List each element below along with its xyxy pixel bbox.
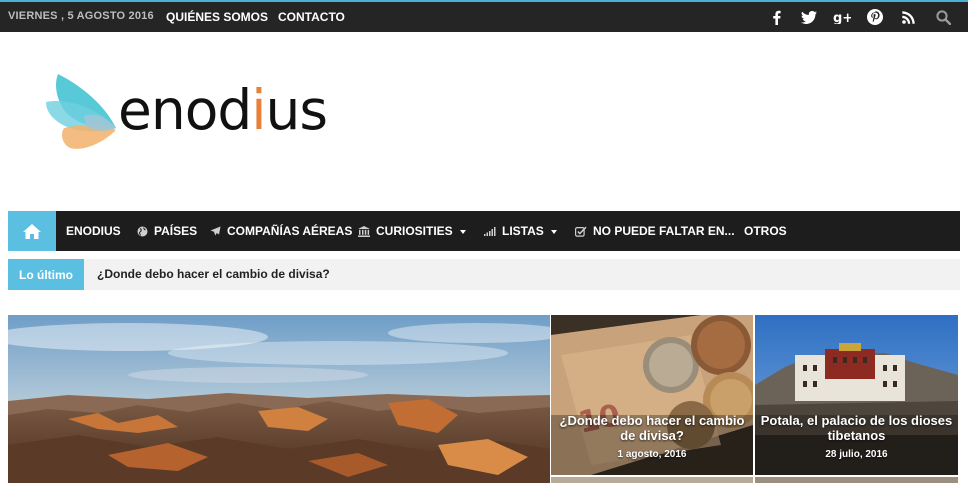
- google-plus-icon[interactable]: g+: [831, 7, 853, 27]
- quienes-somos-link[interactable]: QUIÉNES SOMOS: [166, 10, 268, 24]
- contacto-link[interactable]: CONTACTO: [278, 10, 345, 24]
- ticker-headline-link[interactable]: ¿Donde debo hacer el cambio de divisa?: [97, 267, 330, 281]
- main-navigation: ENODIUS PAÍSES COMPAÑÍAS AÉREAS CURIOSIT…: [8, 211, 960, 251]
- twitter-icon[interactable]: [798, 7, 820, 27]
- featured-post-currency[interactable]: 10 ¿Donde debo hacer el cambio de divisa…: [551, 315, 753, 475]
- feature-caption: Potala, el palacio de los dioses tibetan…: [755, 413, 958, 460]
- signal-icon: [484, 225, 496, 237]
- nav-item-curiosities[interactable]: CURIOSITIES: [358, 224, 466, 238]
- post-date: 1 agosto, 2016: [617, 449, 687, 460]
- top-bar: VIERNES , 5 AGOSTO 2016 QUIÉNES SOMOS CO…: [0, 0, 968, 32]
- home-button[interactable]: [8, 211, 56, 251]
- plane-icon: [209, 225, 221, 237]
- pinterest-icon[interactable]: [864, 7, 886, 27]
- facebook-icon[interactable]: [765, 7, 787, 27]
- rss-icon[interactable]: [897, 7, 919, 27]
- feature-caption: ¿Donde debo hacer el cambio de divisa? 1…: [551, 413, 753, 460]
- chevron-down-icon: [550, 229, 557, 234]
- featured-post-potala[interactable]: Potala, el palacio de los dioses tibetan…: [755, 315, 958, 475]
- search-icon[interactable]: [932, 7, 954, 27]
- site-logo[interactable]: enodius: [44, 72, 384, 162]
- nav-item-companias-aereas[interactable]: COMPAÑÍAS AÉREAS: [209, 224, 352, 238]
- logo-wordmark: enodius: [118, 78, 328, 142]
- post-title[interactable]: Potala, el palacio de los dioses tibetan…: [755, 413, 958, 443]
- featured-post-next[interactable]: [755, 477, 958, 483]
- nav-item-listas[interactable]: LISTAS: [484, 224, 557, 238]
- butterfly-logo-icon: [46, 74, 116, 149]
- grand-canyon-image: [8, 315, 550, 483]
- nav-item-no-puede-faltar-en[interactable]: NO PUEDE FALTAR EN...: [575, 224, 735, 238]
- post-title[interactable]: ¿Donde debo hacer el cambio de divisa?: [551, 413, 753, 443]
- nav-item-paises[interactable]: PAÍSES: [136, 224, 197, 238]
- current-date: VIERNES , 5 AGOSTO 2016: [8, 10, 154, 22]
- chevron-down-icon: [459, 229, 466, 234]
- featured-post-next[interactable]: [551, 477, 753, 483]
- globe-icon: [136, 225, 148, 237]
- nav-item-otros[interactable]: OTROS: [744, 224, 787, 238]
- checkbox-icon: [575, 225, 587, 237]
- featured-post-large[interactable]: [8, 315, 550, 483]
- post-date: 28 julio, 2016: [825, 449, 888, 460]
- bank-icon: [358, 225, 370, 237]
- home-icon: [23, 223, 41, 239]
- svg-text:g+: g+: [833, 11, 851, 24]
- nav-item-enodius[interactable]: ENODIUS: [66, 224, 121, 238]
- ticker-label: Lo último: [8, 259, 84, 290]
- breaking-news-ticker: Lo último ¿Donde debo hacer el cambio de…: [8, 259, 960, 290]
